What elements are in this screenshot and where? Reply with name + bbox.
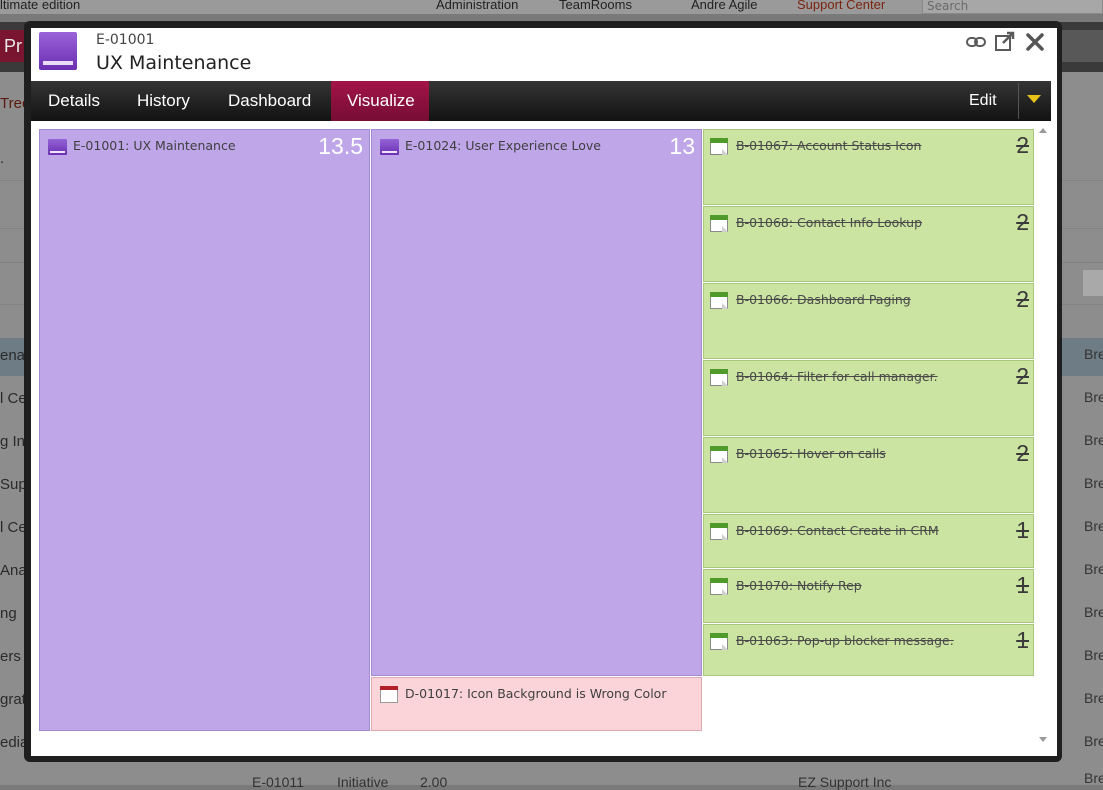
tile-estimate: 1 — [1016, 572, 1029, 598]
tile-label: E-01024: User Experience Love — [405, 138, 601, 153]
tile-label: B-01067: Account Status Icon — [736, 138, 922, 153]
tile-estimate: 1 — [1016, 627, 1029, 653]
story-icon — [710, 369, 728, 386]
tile-label: B-01068: Contact Info Lookup — [736, 215, 923, 230]
treemap-tile[interactable]: B-01068: Contact Info Lookup 2 — [703, 206, 1034, 282]
item-dialog: E-01001 UX Maintenance Details History D… — [31, 28, 1057, 756]
tile-label: B-01063: Pop-up blocker message. — [736, 633, 954, 648]
background-right-text: Bre — [1084, 690, 1103, 706]
tile-label: B-01066: Dashboard Paging — [736, 292, 911, 307]
dialog-tab-bar: Details History Dashboard Visualize Edit — [31, 81, 1051, 121]
toolbar-divider — [1018, 83, 1019, 119]
background-right-text: Bre — [1084, 475, 1103, 491]
tab-dashboard[interactable]: Dashboard — [211, 81, 328, 121]
treemap-tile[interactable]: D-01017: Icon Background is Wrong Color — [371, 677, 702, 731]
background-right-text: Bre — [1084, 647, 1103, 663]
scroll-down-icon[interactable] — [1039, 737, 1047, 742]
tile-label: B-01069: Contact Create in CRM — [736, 523, 939, 538]
background-left-text: enar — [0, 347, 24, 364]
tile-estimate: 2 — [1016, 286, 1029, 312]
background-left-text: edia — [0, 734, 24, 751]
epic-icon — [39, 32, 77, 70]
menu-teamrooms[interactable]: TeamRooms — [559, 0, 632, 12]
treemap-tile[interactable]: B-01064: Filter for call manager. 2 — [703, 360, 1034, 436]
edit-button[interactable]: Edit — [969, 81, 997, 121]
background-right-text: Bre — [1084, 518, 1103, 534]
background-left-text: l Ce — [0, 519, 24, 536]
tab-history[interactable]: History — [120, 81, 207, 121]
tab-visualize[interactable]: Visualize — [331, 81, 429, 121]
treemap-tile[interactable]: B-01066: Dashboard Paging 2 — [703, 283, 1034, 359]
treemap-tile[interactable]: B-01069: Contact Create in CRM 1 — [703, 514, 1034, 568]
treemap-tile[interactable]: E-01024: User Experience Love 13 — [371, 129, 702, 676]
background-right-text: Bre — [1084, 346, 1103, 362]
background-row-value: 2.00 — [420, 774, 448, 790]
tile-label: B-01064: Filter for call manager. — [736, 369, 938, 384]
support-center-link[interactable]: Support Center — [797, 0, 885, 12]
story-icon — [710, 446, 728, 463]
background-left-text: ng — [0, 605, 17, 622]
background-right-text: Bre — [1084, 733, 1103, 749]
story-icon — [710, 633, 728, 650]
treemap-tile[interactable]: B-01067: Account Status Icon 2 — [703, 129, 1034, 205]
background-chat-icon — [1060, 30, 1103, 62]
tile-label: B-01065: Hover on calls — [736, 446, 886, 461]
user-menu[interactable]: Andre Agile — [691, 0, 758, 12]
treemap-tile[interactable]: B-01065: Hover on calls 2 — [703, 437, 1034, 513]
tile-estimate: 13.5 — [318, 133, 363, 159]
background-left-text: g In — [0, 433, 24, 450]
tile-estimate: 2 — [1016, 209, 1029, 235]
edition-label: ltimate edition — [0, 0, 81, 12]
story-icon — [710, 215, 728, 232]
background-left-text: . — [0, 150, 5, 167]
chevron-down-icon[interactable] — [1027, 95, 1041, 103]
background-right-text: Bre — [1084, 604, 1103, 620]
background-left-text: ers — [0, 648, 21, 665]
treemap-tile[interactable]: B-01070: Notify Rep 1 — [703, 569, 1034, 623]
background-left-text: l Ce — [0, 390, 24, 407]
popout-icon[interactable] — [994, 31, 1016, 53]
background-left-text: Supp — [0, 476, 24, 493]
scroll-up-icon[interactable] — [1039, 128, 1047, 133]
item-title: UX Maintenance — [96, 52, 252, 74]
background-right-text: Bre — [1084, 389, 1103, 405]
story-icon — [710, 523, 728, 540]
defect-icon — [380, 686, 398, 703]
close-icon[interactable] — [1024, 31, 1046, 53]
search-input[interactable]: Search — [922, 0, 1103, 14]
tile-estimate: 1 — [1016, 517, 1029, 543]
background-row-id: E-01011 — [252, 774, 304, 790]
tile-estimate: 13 — [669, 133, 695, 159]
background-product-tab: Pr — [0, 30, 26, 62]
background-right-text: Bre — [1084, 561, 1103, 577]
tile-estimate: 2 — [1016, 440, 1029, 466]
story-icon — [710, 578, 728, 595]
background-right-text: Bre — [1084, 432, 1103, 448]
epic-icon — [380, 139, 399, 155]
epic-icon — [48, 139, 67, 155]
tile-estimate: 2 — [1016, 132, 1029, 158]
menu-administration[interactable]: Administration — [436, 0, 518, 12]
background-left-text: grat — [0, 691, 24, 708]
tab-details[interactable]: Details — [31, 81, 117, 121]
story-icon — [710, 138, 728, 155]
story-icon — [710, 292, 728, 309]
background-slider-handle — [1083, 270, 1103, 296]
treemap-tile[interactable]: B-01063: Pop-up blocker message. 1 — [703, 624, 1034, 676]
tile-label: B-01070: Notify Rep — [736, 578, 862, 593]
treemap-tile[interactable]: E-01001: UX Maintenance 13.5 — [39, 129, 370, 731]
background-left-text: Tree — [0, 95, 24, 112]
background-right-text: Bre — [1084, 770, 1103, 786]
tile-label: D-01017: Icon Background is Wrong Color — [405, 686, 667, 701]
treemap-scrollbar[interactable] — [1036, 124, 1050, 746]
background-left-text: Ana — [0, 562, 24, 579]
tile-estimate: 2 — [1016, 363, 1029, 389]
background-row-type: Initiative — [337, 774, 389, 790]
background-row-owner: EZ Support Inc — [798, 774, 892, 790]
item-id: E-01001 — [96, 32, 155, 48]
tile-label: E-01001: UX Maintenance — [73, 138, 236, 153]
link-icon[interactable] — [965, 31, 987, 53]
